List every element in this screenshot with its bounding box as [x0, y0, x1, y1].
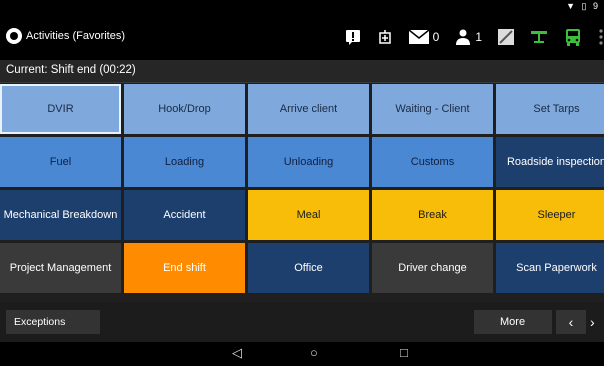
- android-nav-bar: ◁ ○ □: [0, 342, 604, 366]
- users-count: 1: [475, 30, 482, 44]
- current-activity-bar: Current: Shift end (00:22): [0, 60, 604, 83]
- more-button[interactable]: More: [474, 310, 552, 334]
- alert-icon[interactable]: [345, 29, 361, 45]
- mail-icon: [408, 30, 429, 44]
- fuel-station-icon[interactable]: [377, 29, 393, 45]
- tile-roadside-inspection[interactable]: Roadside inspection: [496, 137, 604, 187]
- current-activity-text: Current: Shift end (00:22): [6, 64, 136, 76]
- next-page-button[interactable]: ›: [590, 310, 604, 334]
- user-icon: [456, 29, 471, 45]
- tile-office[interactable]: Office: [248, 243, 369, 293]
- screen: ▼ ▯ 9 Activities (Favorites) 0 1 Current…: [0, 0, 604, 366]
- tile-mechanical-breakdown[interactable]: Mechanical Breakdown: [0, 190, 121, 240]
- recents-nav-icon[interactable]: □: [400, 345, 408, 360]
- tile-end-shift[interactable]: End shift: [124, 243, 245, 293]
- exceptions-button[interactable]: Exceptions: [6, 310, 100, 334]
- tile-unloading[interactable]: Unloading: [248, 137, 369, 187]
- tile-sleeper[interactable]: Sleeper: [496, 190, 604, 240]
- tile-fuel[interactable]: Fuel: [0, 137, 121, 187]
- app-bar: Activities (Favorites) 0 1: [0, 14, 604, 60]
- status-icons: ▼ ▯ 9: [566, 1, 600, 11]
- users-indicator[interactable]: 1: [455, 29, 482, 45]
- tile-break[interactable]: Break: [372, 190, 493, 240]
- tile-customs[interactable]: Customs: [372, 137, 493, 187]
- android-status-bar: ▼ ▯ 9: [0, 0, 604, 14]
- messages-indicator[interactable]: 0: [408, 30, 440, 44]
- activity-grid: DVIR Hook/Drop Arrive client Waiting - C…: [0, 84, 604, 293]
- app-title[interactable]: Activities (Favorites): [6, 28, 125, 44]
- tile-scan-paperwork[interactable]: Scan Paperwork: [496, 243, 604, 293]
- app-toolbar-icons: 0 1: [337, 22, 604, 52]
- overflow-menu-icon[interactable]: [598, 29, 604, 45]
- trailer-icon[interactable]: [530, 29, 548, 45]
- back-nav-icon[interactable]: ◁: [232, 345, 242, 361]
- app-logo-icon: [6, 28, 22, 44]
- tile-accident[interactable]: Accident: [124, 190, 245, 240]
- tile-loading[interactable]: Loading: [124, 137, 245, 187]
- home-nav-icon[interactable]: ○: [310, 345, 318, 360]
- tile-project-management[interactable]: Project Management: [0, 243, 121, 293]
- tile-waiting-client[interactable]: Waiting - Client: [372, 84, 493, 134]
- tile-dvir[interactable]: DVIR: [0, 84, 121, 134]
- signature-icon[interactable]: [498, 29, 514, 45]
- bottom-action-bar: Exceptions More ‹ ›: [0, 302, 604, 342]
- tile-arrive-client[interactable]: Arrive client: [248, 84, 369, 134]
- truck-icon[interactable]: [564, 28, 582, 46]
- tile-set-tarps[interactable]: Set Tarps: [496, 84, 604, 134]
- app-title-text: Activities (Favorites): [26, 30, 126, 42]
- tile-hook-drop[interactable]: Hook/Drop: [124, 84, 245, 134]
- tile-driver-change[interactable]: Driver change: [372, 243, 493, 293]
- previous-page-button[interactable]: ‹: [556, 310, 586, 334]
- tile-meal[interactable]: Meal: [248, 190, 369, 240]
- messages-count: 0: [432, 30, 440, 44]
